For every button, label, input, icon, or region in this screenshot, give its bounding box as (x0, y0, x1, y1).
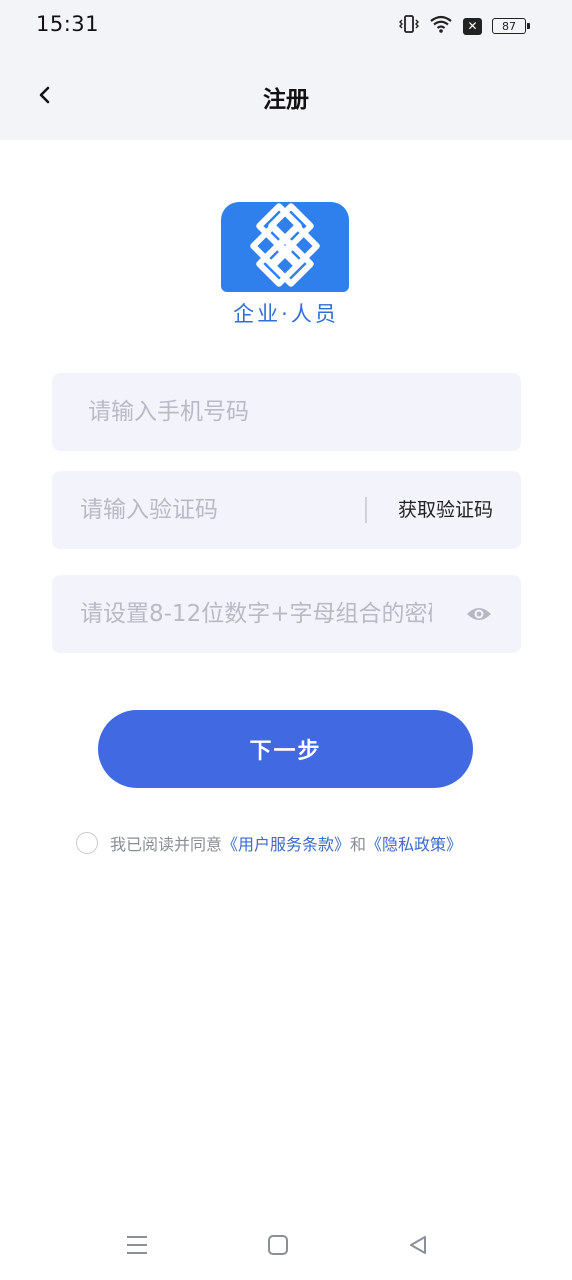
next-step-button[interactable]: 下一步 (98, 710, 473, 788)
register-page: 15:31 ✕ 87 注册 企业·人员 请输入手机号码 请输入验证码 获取验证码… (0, 0, 572, 1280)
header-area: 15:31 ✕ 87 注册 (0, 0, 572, 140)
back-triangle-icon (410, 1236, 426, 1254)
agreement-and: 和 (350, 835, 367, 854)
terms-link[interactable]: 《用户服务条款》 (222, 831, 350, 855)
vibrate-icon (399, 14, 419, 38)
code-divider (365, 497, 367, 523)
menu-icon (127, 1236, 147, 1254)
home-square-icon (268, 1235, 288, 1255)
logo-knot-icon (250, 203, 320, 287)
home-button[interactable] (263, 1230, 293, 1260)
system-nav-bar (0, 1222, 572, 1268)
verification-code-input[interactable] (80, 471, 380, 549)
close-box-icon: ✕ (463, 17, 482, 35)
status-time: 15:31 (36, 12, 100, 36)
app-logo: 企业·人员 (221, 202, 351, 327)
status-icons: ✕ 87 (399, 14, 530, 38)
system-back-button[interactable] (403, 1230, 433, 1260)
eye-icon[interactable] (465, 600, 493, 628)
agree-checkbox[interactable] (76, 832, 98, 854)
get-code-button[interactable]: 获取验证码 (398, 471, 493, 549)
wifi-icon (429, 14, 453, 38)
battery-level: 87 (502, 19, 516, 33)
agreement-row: 我已阅读并同意 《用户服务条款》 和 《隐私政策》 (76, 830, 462, 856)
phone-field-container (52, 373, 521, 451)
logo-badge (221, 202, 349, 292)
password-field-container (52, 575, 521, 653)
agreement-prefix: 我已阅读并同意 (110, 835, 223, 854)
password-input[interactable] (80, 575, 432, 653)
logo-caption: 企业·人员 (233, 302, 339, 326)
page-title: 注册 (263, 87, 309, 113)
menu-button[interactable] (122, 1230, 152, 1260)
battery-icon: 87 (492, 18, 530, 34)
phone-input[interactable] (88, 373, 498, 451)
privacy-link[interactable]: 《隐私政策》 (366, 831, 462, 855)
code-field-container: 获取验证码 (52, 471, 521, 549)
